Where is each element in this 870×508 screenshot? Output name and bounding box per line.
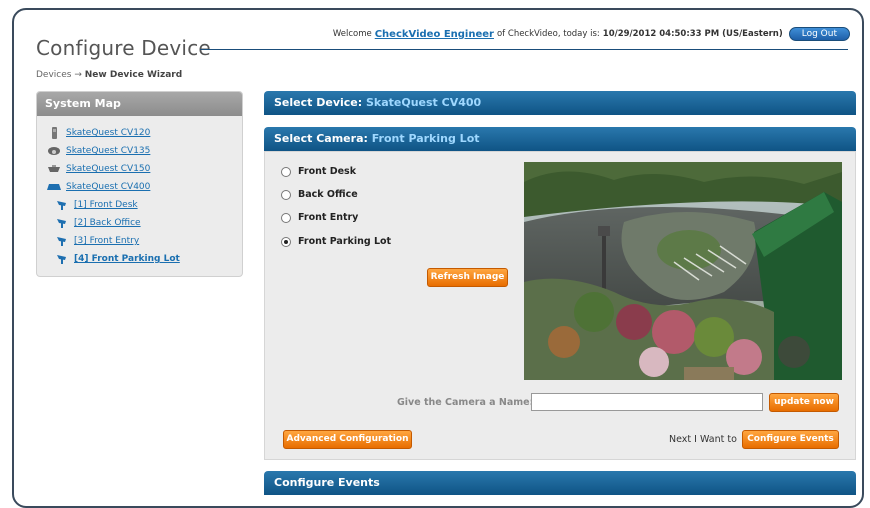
camera-option-label: Front Entry: [298, 212, 359, 223]
camera-icon: [55, 199, 69, 211]
logout-button[interactable]: Log Out: [788, 27, 850, 41]
camera-name-input[interactable]: [531, 393, 763, 411]
configure-events-button[interactable]: Configure Events: [742, 430, 839, 449]
system-map-title: System Map: [37, 92, 242, 116]
sidebar-item-label[interactable]: SkateQuest CV150: [66, 164, 150, 174]
update-now-button[interactable]: update now: [769, 393, 839, 412]
dome-camera-icon: [47, 145, 61, 157]
select-camera-header[interactable]: Select Camera: Front Parking Lot: [264, 127, 856, 151]
camera-option-label: Front Desk: [298, 166, 357, 177]
dvr-device-icon: [47, 181, 61, 193]
select-camera-label: Select Camera:: [274, 132, 368, 145]
sidebar-item-label[interactable]: [3] Front Entry: [74, 236, 139, 246]
camera-option-back-office[interactable]: Back Office: [281, 189, 358, 200]
user-link[interactable]: CheckVideo Engineer: [375, 29, 494, 40]
sidebar-item-back-office[interactable]: [2] Back Office: [47, 214, 242, 232]
page-title: Configure Device: [36, 36, 211, 60]
select-device-value: SkateQuest CV400: [365, 96, 482, 109]
camera-option-front-desk[interactable]: Front Desk: [281, 166, 356, 177]
title-divider: [200, 49, 848, 50]
system-map-panel: System Map SkateQuest CV120 SkateQuest C…: [36, 91, 243, 277]
breadcrumb-separator: →: [74, 70, 82, 80]
sidebar-item-label[interactable]: SkateQuest CV135: [66, 146, 150, 156]
refresh-image-button[interactable]: Refresh Image: [427, 268, 508, 287]
sidebar-item-label[interactable]: [4] Front Parking Lot: [74, 254, 180, 264]
sidebar-item-cv120[interactable]: SkateQuest CV120: [47, 124, 242, 142]
select-device-header[interactable]: Select Device: SkateQuest CV400: [264, 91, 856, 115]
camera-icon: [55, 217, 69, 229]
advanced-configuration-button[interactable]: Advanced Configuration: [283, 430, 412, 449]
breadcrumb-current: New Device Wizard: [84, 70, 183, 80]
select-device-label: Select Device:: [274, 96, 363, 109]
sidebar-item-label[interactable]: [1] Front Desk: [74, 200, 138, 210]
sidebar-item-cv135[interactable]: SkateQuest CV135: [47, 142, 242, 160]
camera-option-label: Back Office: [298, 189, 358, 200]
camera-snapshot: [524, 162, 842, 380]
sidebar-item-cv150[interactable]: SkateQuest CV150: [47, 160, 242, 178]
configure-events-header[interactable]: Configure Events: [264, 471, 856, 495]
current-datetime: 10/29/2012 04:50:33 PM (US/Eastern): [602, 29, 783, 39]
breadcrumb-devices[interactable]: Devices: [36, 70, 71, 80]
sidebar-item-cv400[interactable]: SkateQuest CV400: [47, 178, 242, 196]
welcome-bar: Welcome CheckVideo Engineer of CheckVide…: [333, 27, 850, 41]
radio-button-selected[interactable]: [281, 236, 291, 247]
sidebar-item-label[interactable]: SkateQuest CV120: [66, 128, 150, 138]
sidebar-item-front-desk[interactable]: [1] Front Desk: [47, 196, 242, 214]
radio-button[interactable]: [281, 212, 291, 223]
breadcrumb: Devices → New Device Wizard: [36, 70, 182, 80]
next-i-want-to-label: Next I Want to: [669, 434, 737, 445]
camera-icon: [55, 253, 69, 265]
sidebar-item-front-parking-lot[interactable]: [4] Front Parking Lot: [47, 250, 242, 268]
radio-button[interactable]: [281, 189, 291, 200]
select-camera-value: Front Parking Lot: [371, 132, 480, 145]
sidebar-item-label[interactable]: [2] Back Office: [74, 218, 141, 228]
radio-button[interactable]: [281, 166, 291, 177]
camera-option-label: Front Parking Lot: [298, 236, 392, 247]
camera-name-label: Give the Camera a Name:: [397, 397, 534, 408]
sidebar-item-label[interactable]: SkateQuest CV400: [66, 182, 150, 192]
camera-icon: [55, 235, 69, 247]
configure-events-label: Configure Events: [274, 476, 380, 489]
welcome-prefix: Welcome: [332, 29, 372, 39]
camera-option-front-parking-lot[interactable]: Front Parking Lot: [281, 236, 391, 247]
welcome-mid: of CheckVideo, today is:: [496, 29, 600, 39]
dome-camera-icon: [47, 163, 61, 175]
camera-tower-icon: [47, 127, 61, 139]
sidebar-item-front-entry[interactable]: [3] Front Entry: [47, 232, 242, 250]
camera-option-front-entry[interactable]: Front Entry: [281, 212, 358, 223]
